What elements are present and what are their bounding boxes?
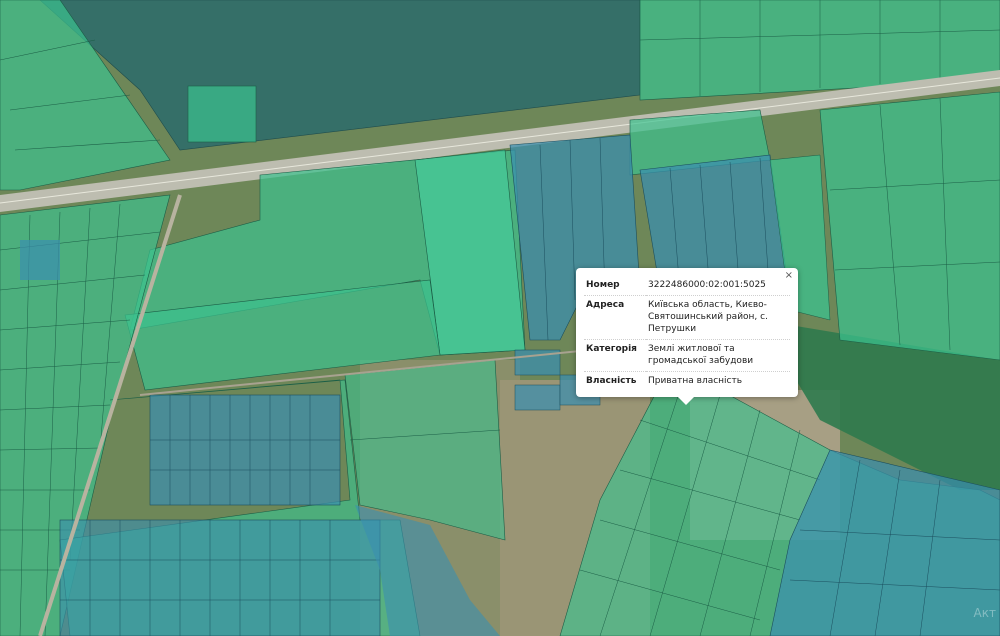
info-row-number: Номер 3222486000:02:001:5025 — [584, 276, 790, 296]
info-row-category: Категорія Землі житлової та громадської … — [584, 339, 790, 372]
info-value: 3222486000:02:001:5025 — [646, 276, 790, 296]
info-value: Землі житлової та громадської забудови — [646, 339, 790, 372]
info-row-ownership: Власність Приватна власність — [584, 372, 790, 392]
blue-parcel — [20, 240, 60, 280]
blue-parcel — [514, 384, 561, 411]
close-icon[interactable]: × — [785, 270, 793, 282]
cadastral-map[interactable] — [0, 0, 1000, 636]
watermark-text: Акт — [973, 606, 996, 620]
info-row-address: Адреса Київська область, Києво-Святошинс… — [584, 295, 790, 340]
info-label: Категорія — [584, 339, 646, 372]
blue-block — [149, 394, 341, 506]
blue-block-bottom — [59, 519, 381, 636]
info-value: Приватна власність — [648, 376, 743, 386]
parcel-info-popup: × Номер 3222486000:02:001:5025 Адреса Ки… — [576, 268, 798, 405]
info-label: Адреса — [584, 295, 646, 340]
parcel-info-table: Номер 3222486000:02:001:5025 Адреса Київ… — [584, 276, 790, 391]
green-parcel — [187, 85, 257, 143]
info-label: Номер — [584, 276, 646, 296]
info-label: Власність — [586, 376, 637, 386]
info-value: Київська область, Києво-Святошинський ра… — [646, 295, 790, 340]
green-field-right — [819, 91, 1000, 361]
